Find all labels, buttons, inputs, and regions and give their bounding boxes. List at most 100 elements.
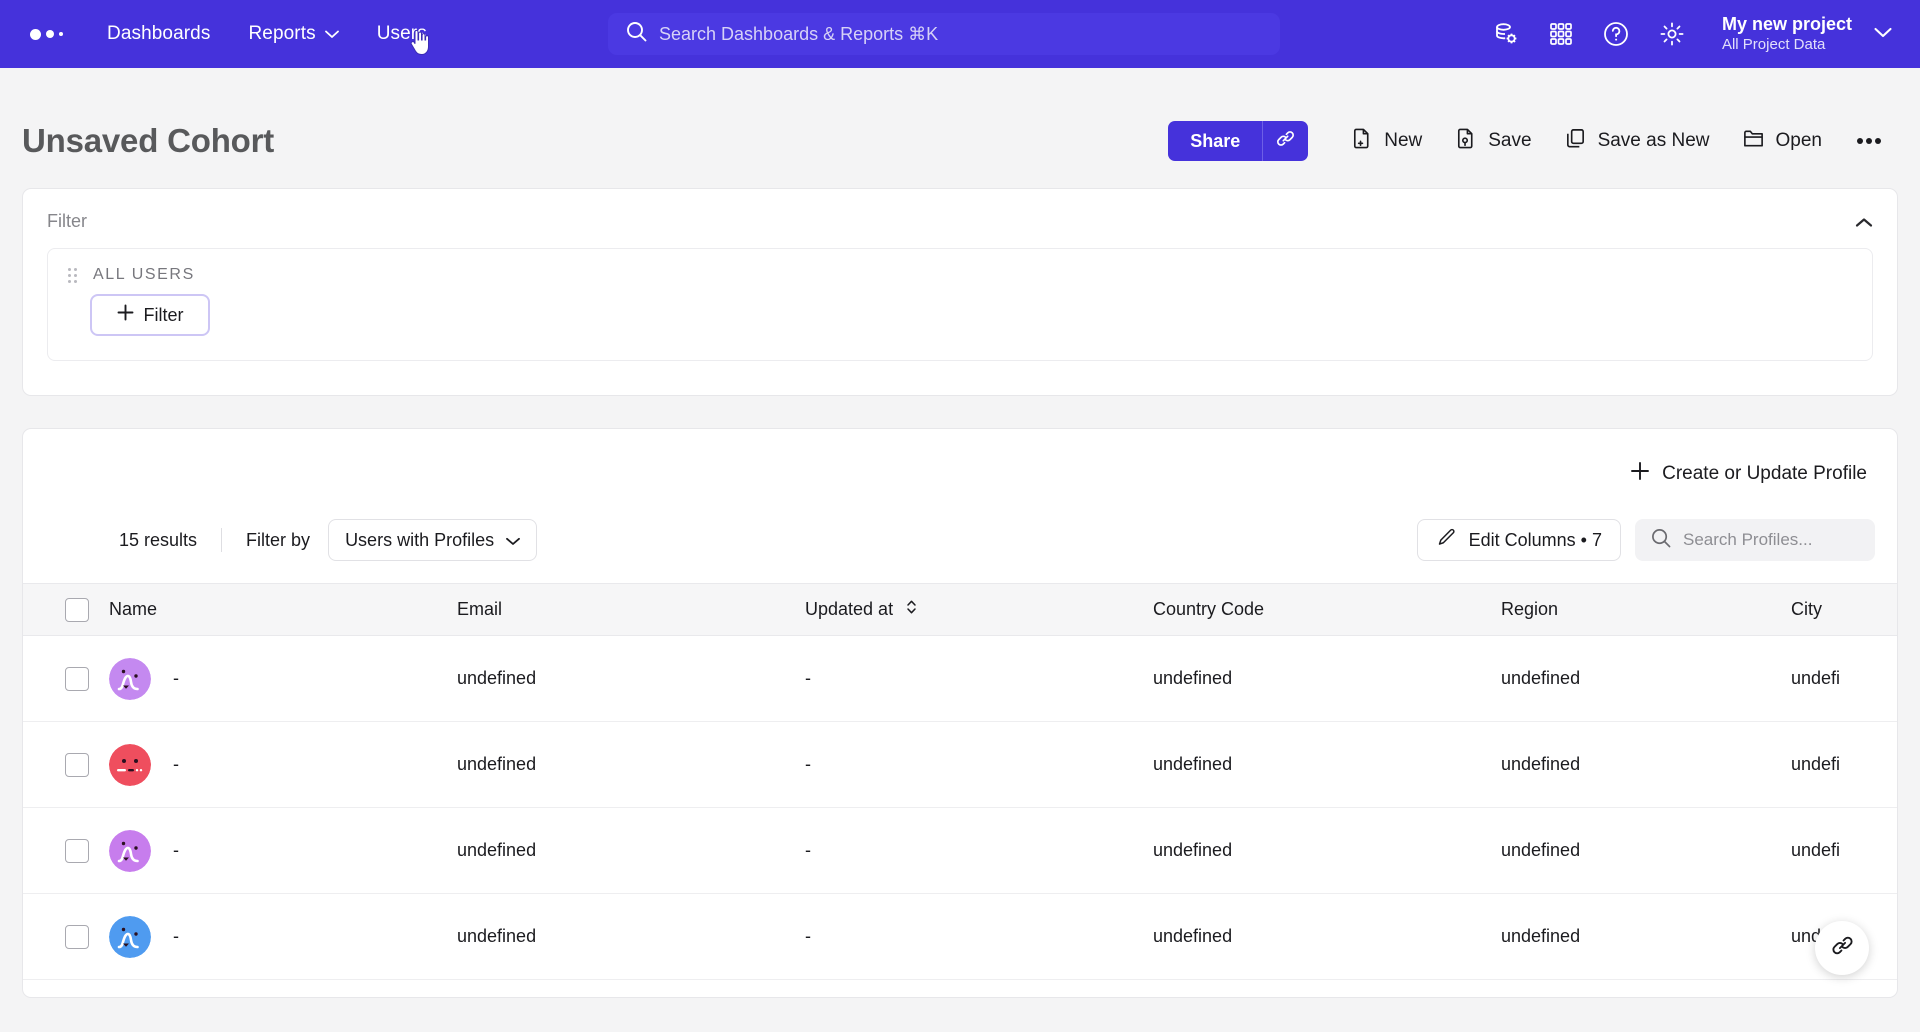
new-button-label: New — [1384, 130, 1423, 151]
column-header-label: Country Code — [1153, 599, 1265, 619]
database-settings-icon[interactable] — [1492, 20, 1520, 48]
row-select-cell — [23, 807, 97, 894]
edit-columns-button[interactable]: Edit Columns • 7 — [1416, 519, 1621, 561]
add-filter-button[interactable]: Filter — [90, 294, 210, 336]
open-button-label: Open — [1775, 130, 1822, 151]
save-button-label: Save — [1488, 130, 1532, 151]
cell-city: undefi — [1779, 721, 1897, 808]
region-value: undefined — [1501, 754, 1581, 774]
avatar-image — [109, 915, 151, 958]
floating-link-button[interactable] — [1815, 921, 1869, 975]
file-save-icon — [1454, 127, 1477, 156]
updated-at-value: - — [805, 926, 811, 946]
edit-columns-label: Edit Columns • 7 — [1468, 529, 1602, 550]
save-button[interactable]: Save — [1438, 121, 1547, 162]
share-button[interactable]: Share — [1168, 121, 1263, 161]
link-icon — [1275, 128, 1296, 154]
email-value: undefined — [457, 840, 537, 860]
apps-grid-icon[interactable] — [1548, 21, 1574, 47]
project-selector[interactable]: My new project All Project Data — [1722, 13, 1892, 54]
cell-city: undefi — [1779, 807, 1897, 894]
nav-link-dashboards[interactable]: Dashboards — [107, 23, 210, 45]
name-cell: - — [109, 657, 433, 700]
column-header-region[interactable]: Region — [1489, 583, 1779, 636]
name-cell: - — [109, 829, 433, 872]
nav-link-label: Dashboards — [107, 23, 211, 44]
country-code-value: undefined — [1153, 840, 1233, 860]
save-as-new-button[interactable]: Save as New — [1548, 121, 1726, 162]
cell-email: undefined — [445, 721, 793, 808]
filter-by-label: Filter by — [246, 529, 311, 550]
page-title: Unsaved Cohort — [22, 122, 275, 159]
cell-region: undefined — [1489, 807, 1779, 894]
country-code-value: undefined — [1153, 926, 1233, 946]
gear-icon[interactable] — [1658, 20, 1686, 48]
cell-email: undefined — [445, 807, 793, 894]
column-header-email[interactable]: Email — [445, 583, 793, 636]
create-or-update-profile-button[interactable]: Create or Update Profile — [1622, 455, 1875, 493]
cell-country-code: undefined — [1141, 635, 1489, 722]
row-checkbox[interactable] — [65, 666, 89, 691]
nav-link-reports[interactable]: Reports — [248, 23, 339, 45]
name-cell: - — [109, 915, 433, 958]
filter-by-select[interactable]: Users with Profiles — [328, 519, 538, 561]
table-row[interactable]: - undefined - undefined undefined undefi — [23, 635, 1897, 722]
divider — [221, 528, 223, 552]
select-all-checkbox[interactable] — [65, 597, 89, 622]
city-value: undefi — [1791, 754, 1841, 774]
page-header: Unsaved Cohort Share New Save Save as Ne… — [0, 68, 1920, 178]
column-header-country-code[interactable]: Country Code — [1141, 583, 1489, 636]
logo-dot-medium — [46, 30, 54, 38]
column-header-city[interactable]: City — [1779, 583, 1897, 636]
search-profiles-input[interactable]: Search Profiles... — [1635, 519, 1875, 561]
region-value: undefined — [1501, 840, 1581, 860]
more-options-button[interactable] — [1838, 131, 1896, 151]
share-copy-link-button[interactable] — [1262, 121, 1309, 161]
cell-email: undefined — [445, 893, 793, 980]
global-search-input[interactable]: Search Dashboards & Reports ⌘K — [608, 13, 1280, 55]
email-value: undefined — [457, 668, 537, 688]
profiles-table: Name Email Updated at Country Code Regio… — [23, 583, 1897, 980]
city-value: undefi — [1791, 840, 1841, 860]
name-cell: - — [109, 743, 433, 786]
profiles-table-wrapper[interactable]: Name Email Updated at Country Code Regio… — [23, 583, 1897, 980]
table-row[interactable]: - undefined - undefined undefined undefi — [23, 807, 1897, 894]
help-circle-icon[interactable] — [1602, 20, 1630, 48]
nav-link-users[interactable]: Users — [377, 23, 427, 45]
results-bar-right: Edit Columns • 7 Search Profiles... — [1416, 519, 1875, 561]
logo-dot-small — [59, 32, 63, 36]
chevron-down-icon — [324, 23, 339, 45]
cell-country-code: undefined — [1141, 721, 1489, 808]
table-row[interactable]: - undefined - undefined undefined undefi — [23, 893, 1897, 980]
logo-dot-large — [30, 28, 41, 40]
sort-icon[interactable] — [906, 599, 917, 620]
new-button[interactable]: New — [1334, 121, 1438, 162]
name-value: - — [173, 668, 179, 688]
cell-name: - — [97, 721, 445, 808]
logo-dots[interactable] — [22, 28, 63, 40]
column-header-name[interactable]: Name — [97, 583, 445, 636]
cell-region: undefined — [1489, 721, 1779, 808]
open-button[interactable]: Open — [1726, 121, 1838, 162]
name-value: - — [173, 926, 179, 946]
plus-icon — [1630, 461, 1650, 487]
filter-panel: Filter ALL USERS Filter — [22, 188, 1898, 396]
drag-handle-icon[interactable] — [68, 267, 77, 283]
column-header-updated-at[interactable]: Updated at — [793, 583, 1141, 636]
file-plus-icon — [1350, 127, 1373, 156]
row-checkbox[interactable] — [65, 838, 89, 863]
country-code-value: undefined — [1153, 668, 1233, 688]
filter-panel-label: Filter — [47, 211, 87, 231]
row-checkbox[interactable] — [65, 924, 89, 949]
chevron-down-icon — [506, 530, 521, 551]
chevron-up-icon[interactable] — [1853, 211, 1875, 233]
cell-email: undefined — [445, 635, 793, 722]
name-value: - — [173, 754, 179, 774]
table-row[interactable]: - undefined - undefined undefined undefi — [23, 721, 1897, 808]
more-horizontal-icon — [1857, 138, 1881, 144]
row-checkbox[interactable] — [65, 752, 89, 777]
updated-at-value: - — [805, 668, 811, 688]
country-code-value: undefined — [1153, 754, 1233, 774]
filter-group-label: ALL USERS — [93, 266, 195, 283]
project-name: My new project — [1721, 14, 1852, 35]
